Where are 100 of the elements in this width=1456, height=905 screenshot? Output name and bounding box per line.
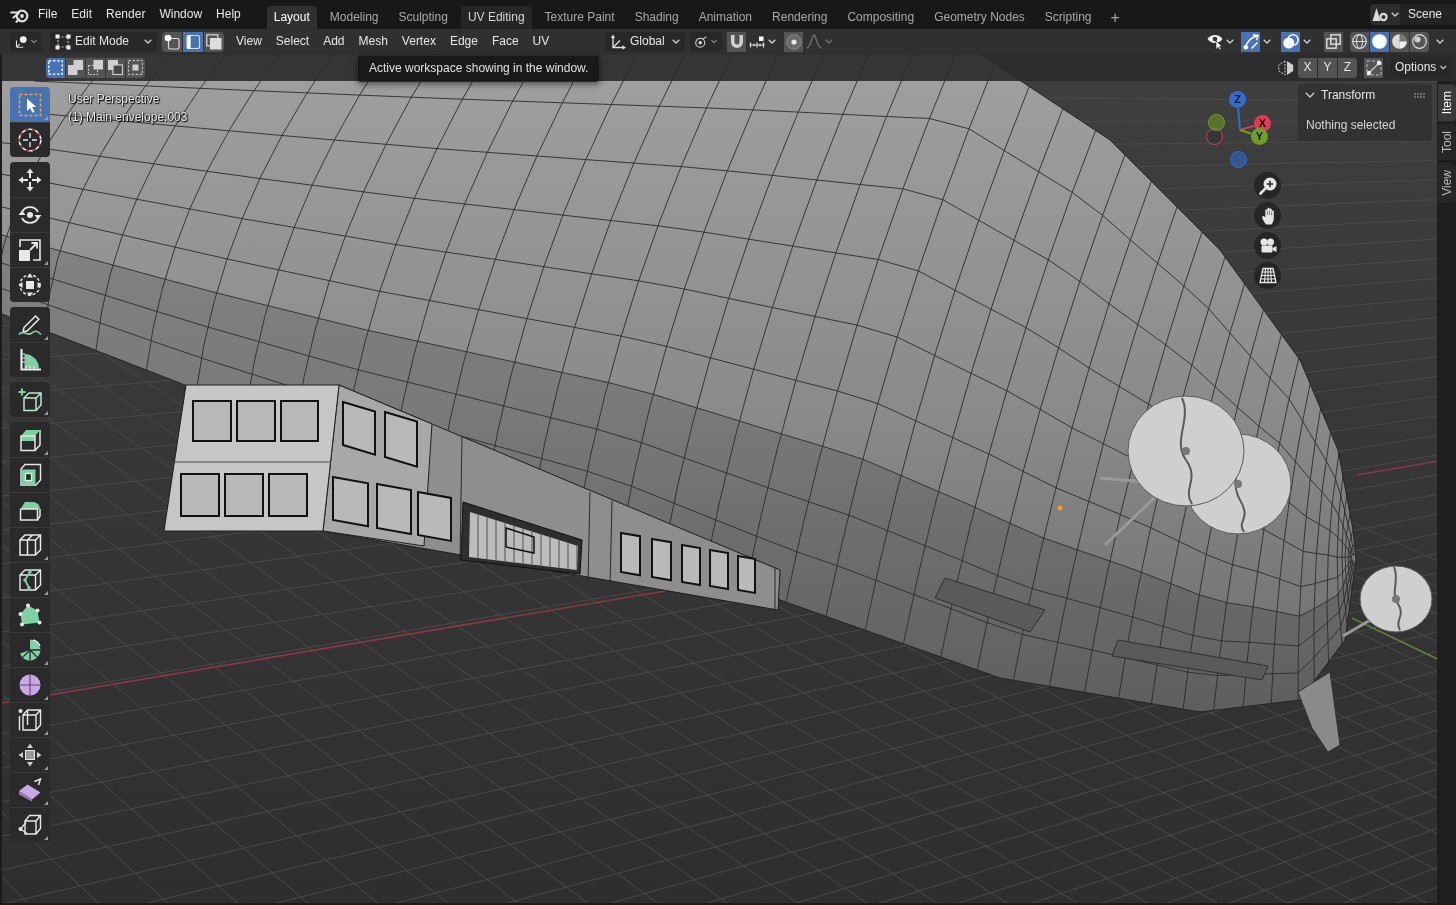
menu-item[interactable]: Vertex [394,34,443,49]
editor-type-dropdown[interactable] [10,31,42,52]
negative-axis-handle[interactable] [1208,114,1225,131]
scene-selector[interactable] [1370,4,1400,25]
knife-tool-button[interactable] [10,562,50,597]
caret-icon [1303,39,1311,44]
menu-item[interactable]: Select [268,34,317,49]
overlays-toggle[interactable] [1281,31,1300,52]
mode-dropdown[interactable]: Edit Mode [50,31,157,52]
sidebar-tab[interactable]: Item [1437,84,1456,122]
bevel-tool-button[interactable] [10,492,50,527]
menu-item[interactable]: UV [525,34,557,49]
workspace-tab[interactable]: Layout [266,6,317,29]
annotate-tool-button[interactable] [10,307,50,342]
camera-icon [1258,238,1277,253]
face-select-button[interactable] [204,31,224,52]
material-shading-button[interactable] [1390,31,1409,52]
scene-name-field[interactable]: Scene [1400,4,1456,25]
menu-item[interactable]: View [229,34,269,49]
xray-icon [1326,34,1341,49]
intersect-selection-button[interactable] [126,57,145,78]
caret-icon [31,39,37,44]
workspace-tab[interactable]: Animation [691,6,760,29]
invert-selection-button[interactable] [106,57,125,78]
spin-tool-button[interactable] [10,632,50,667]
select-box-tool-button[interactable] [10,87,50,122]
camera-view-button[interactable] [1254,232,1281,259]
add-workspace-button[interactable]: + [1104,6,1126,29]
poly-build-tool-button[interactable] [10,597,50,632]
menu-item[interactable]: Mesh [351,34,395,49]
sidebar-tab[interactable]: Tool [1437,124,1456,161]
move-tool-button[interactable] [10,162,50,197]
shear-tool-button[interactable] [10,772,50,807]
workspace-tab[interactable]: Scripting [1037,6,1099,29]
extrude-tool-button[interactable] [10,422,50,457]
scale-icon [18,238,42,262]
smooth-tool-button[interactable] [10,667,50,702]
wireframe-shading-button[interactable] [1350,31,1369,52]
gizmo-toggle[interactable] [1241,31,1260,52]
workspace-tab[interactable]: Compositing [840,6,922,29]
xray-toggle[interactable] [1324,31,1343,52]
options-dropdown[interactable]: Options [1390,57,1452,78]
menu-item[interactable]: Edit [64,7,100,22]
gondola-window [417,490,452,543]
pan-view-button[interactable] [1254,202,1281,229]
rip-icon [18,813,42,837]
sidebar-tab[interactable]: View [1437,163,1456,204]
workspace-tab[interactable]: Rendering [765,6,835,29]
measure-tool-button[interactable] [10,342,50,377]
sphere-icon [18,673,42,697]
workspace-tab[interactable]: UV Editing [460,6,532,29]
menu-item[interactable]: Edge [442,34,485,49]
negative-axis-handle[interactable] [1230,151,1247,168]
solid-sphere-icon [1372,34,1387,49]
workspace-tab[interactable]: Sculpting [391,6,455,29]
orientation-dropdown[interactable]: Global [605,31,685,52]
mirror-axis-toggle[interactable]: Z [1338,57,1357,78]
panel-header[interactable]: Transform [1298,84,1432,106]
caret-icon [144,39,152,44]
proportional-edit-toggle[interactable] [784,31,803,52]
menu-item[interactable]: File [31,7,65,22]
shrink-fatten-tool-button[interactable] [10,737,50,772]
new-selection-button[interactable] [46,57,65,78]
inset-tool-button[interactable] [10,457,50,492]
workspace-tab[interactable]: Shading [627,6,686,29]
snap-toggle[interactable] [727,31,746,52]
solid-shading-button[interactable] [1370,31,1389,52]
zoom-view-button[interactable] [1254,172,1281,199]
negative-axis-handle[interactable] [1206,128,1223,145]
grid-view-button[interactable] [1254,262,1281,289]
face-select-icon [206,33,222,50]
subtract-selection-button[interactable] [86,57,105,78]
workspace-tab[interactable]: Geometry Nodes [927,6,1032,29]
select-box-icon [18,92,42,117]
add-cube-tool-button[interactable] [10,382,50,417]
menu-item[interactable]: Help [209,7,248,22]
menu-item[interactable]: Render [99,7,153,22]
gondola-window [180,473,220,517]
edge-slide-tool-button[interactable] [10,702,50,737]
loop-cut-tool-button[interactable] [10,527,50,562]
edge-select-button[interactable] [183,31,203,52]
rip-tool-button[interactable] [10,807,50,842]
pivot-dropdown[interactable] [690,31,722,52]
transform-tool-button[interactable] [10,267,50,302]
inset-icon [18,463,42,487]
mirror-axis-toggle[interactable]: X [1298,57,1317,78]
workspace-tab[interactable]: Modeling [322,6,386,29]
workspace-tab[interactable]: Texture Paint [537,6,622,29]
rotate-tool-button[interactable] [10,197,50,232]
scale-tool-button[interactable] [10,232,50,267]
menu-item[interactable]: Window [152,7,210,22]
rendered-shading-button[interactable] [1410,31,1429,52]
mirror-axis-toggle[interactable]: Y [1318,57,1337,78]
menu-item[interactable]: Face [484,34,526,49]
extend-selection-button[interactable] [66,57,85,78]
menu-item[interactable]: Add [316,34,352,49]
auto-merge-toggle[interactable] [1364,57,1383,78]
cursor-tool-button[interactable] [10,122,50,157]
vertex-select-button[interactable] [162,31,182,52]
caret-icon [711,39,717,44]
